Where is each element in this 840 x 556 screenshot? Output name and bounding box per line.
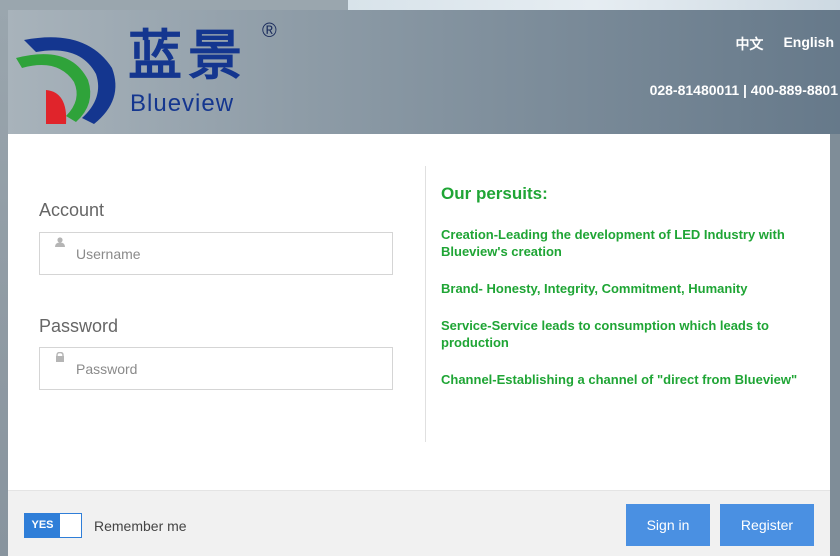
sign-in-button[interactable]: Sign in xyxy=(626,504,710,546)
pursuit-item: Creation-Leading the development of LED … xyxy=(441,227,785,259)
user-icon xyxy=(55,237,65,247)
logo-chinese-text: 蓝景 xyxy=(128,24,248,87)
pursuit-item: Brand- Honesty, Integrity, Commitment, H… xyxy=(441,281,748,296)
password-field-box xyxy=(39,347,393,390)
remember-me-label: Remember me xyxy=(94,518,187,534)
background-right-edge xyxy=(830,134,840,556)
pursuit-item: Service-Service leads to consumption whi… xyxy=(441,318,769,350)
header: 蓝景 ® Blueview 中文 English 028-81480011 | … xyxy=(8,10,840,134)
logo-mark-icon xyxy=(16,37,116,124)
register-button[interactable]: Register xyxy=(720,504,814,546)
pursuit-item: Channel-Establishing a channel of "direc… xyxy=(441,372,798,387)
remember-me-toggle[interactable]: YES xyxy=(24,513,82,538)
lock-icon xyxy=(56,352,64,362)
background-sky xyxy=(348,0,840,10)
login-panel: Account Password Our persuits: Creation-… xyxy=(8,134,830,490)
blueview-logo: 蓝景 ® Blueview xyxy=(16,20,286,130)
password-label: Password xyxy=(39,316,119,336)
password-input[interactable] xyxy=(76,358,376,380)
toggle-on-label: YES xyxy=(25,514,60,537)
account-label: Account xyxy=(39,200,105,220)
language-switcher: 中文 English xyxy=(735,34,834,54)
toggle-knob xyxy=(60,514,81,537)
phone-numbers: 028-81480011 | 400-889-8801 xyxy=(649,82,838,98)
pursuits-title: Our persuits: xyxy=(441,184,548,203)
login-footer: YES Remember me Sign in Register xyxy=(8,490,830,556)
pursuits-section: Our persuits: Creation-Leading the devel… xyxy=(441,184,811,408)
lang-english-link[interactable]: English xyxy=(783,34,834,54)
logo-english-text: Blueview xyxy=(130,90,235,117)
registered-mark: ® xyxy=(262,20,277,42)
divider xyxy=(425,166,426,442)
username-field-box xyxy=(39,232,393,275)
username-input[interactable] xyxy=(76,243,376,265)
lang-chinese-link[interactable]: 中文 xyxy=(735,34,763,54)
